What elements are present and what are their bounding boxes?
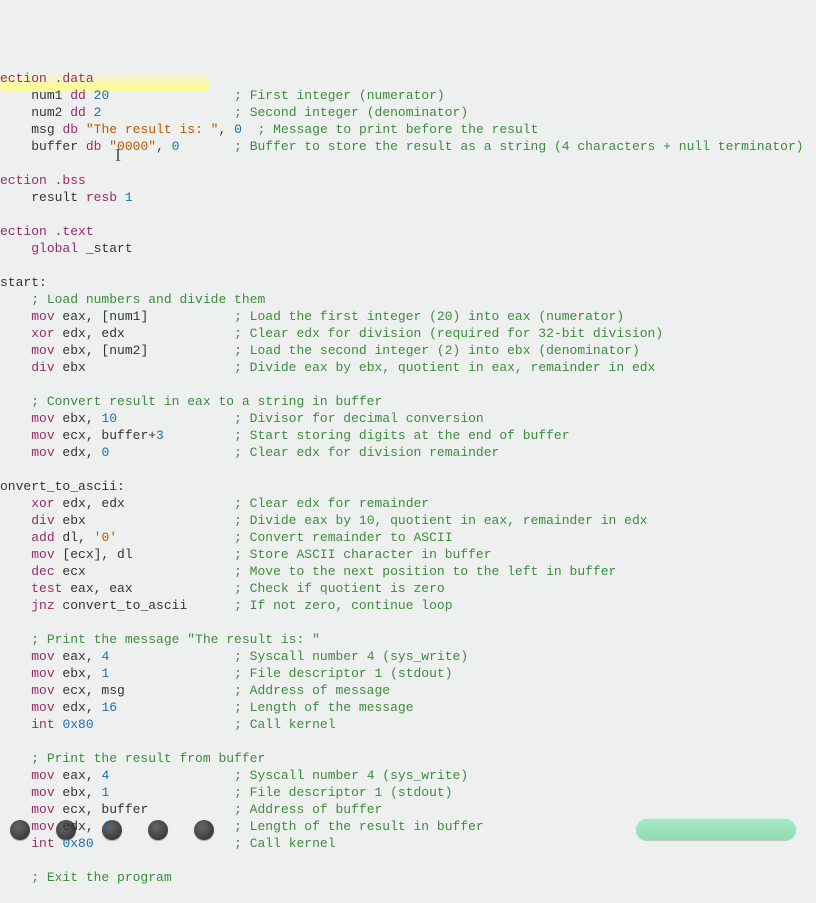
code-line[interactable]: mov edx, 16 ; Length of the message — [0, 699, 816, 716]
code-line[interactable]: test eax, eax ; Check if quotient is zer… — [0, 580, 816, 597]
code-line[interactable]: ; Exit the program — [0, 869, 816, 886]
code-line[interactable]: ; Load numbers and divide them — [0, 291, 816, 308]
code-line[interactable]: ; Print the message "The result is: " — [0, 631, 816, 648]
code-line[interactable]: int 0x80 ; Call kernel — [0, 716, 816, 733]
code-line[interactable]: ection .bss — [0, 172, 816, 189]
code-line[interactable]: mov eax, 4 ; Syscall number 4 (sys_write… — [0, 767, 816, 784]
code-line[interactable]: mov ebx, 10 ; Divisor for decimal conver… — [0, 410, 816, 427]
code-line[interactable]: mov ebx, [num2] ; Load the second intege… — [0, 342, 816, 359]
code-line[interactable] — [0, 852, 816, 869]
code-line[interactable]: ection .text — [0, 223, 816, 240]
code-line[interactable]: mov eax, 4 ; Syscall number 4 (sys_write… — [0, 648, 816, 665]
code-line[interactable]: div ebx ; Divide eax by ebx, quotient in… — [0, 359, 816, 376]
code-line[interactable]: onvert_to_ascii: — [0, 478, 816, 495]
code-line[interactable] — [0, 257, 816, 274]
code-line[interactable]: mov ecx, buffer ; Address of buffer — [0, 801, 816, 818]
code-line[interactable]: mov edx, 0 ; Clear edx for division rema… — [0, 444, 816, 461]
code-line[interactable] — [0, 376, 816, 393]
code-line[interactable]: dec ecx ; Move to the next position to t… — [0, 563, 816, 580]
code-line[interactable]: add dl, '0' ; Convert remainder to ASCII — [0, 529, 816, 546]
code-line[interactable] — [0, 206, 816, 223]
code-content[interactable]: ection .data num1 dd 20 ; First integer … — [0, 70, 816, 886]
code-line[interactable]: ; Print the result from buffer — [0, 750, 816, 767]
code-line[interactable]: div ebx ; Divide eax by 10, quotient in … — [0, 512, 816, 529]
code-line[interactable]: mov ecx, msg ; Address of message — [0, 682, 816, 699]
code-line[interactable]: xor edx, edx ; Clear edx for remainder — [0, 495, 816, 512]
code-line[interactable]: ection .data — [0, 70, 816, 87]
code-line[interactable] — [0, 155, 816, 172]
code-line[interactable]: jnz convert_to_ascii ; If not zero, cont… — [0, 597, 816, 614]
code-line[interactable]: ; Convert result in eax to a string in b… — [0, 393, 816, 410]
code-line[interactable]: mov edx, 4 ; Length of the result in buf… — [0, 818, 816, 835]
code-line[interactable]: global _start — [0, 240, 816, 257]
code-line[interactable] — [0, 733, 816, 750]
code-line[interactable]: buffer db "0000", 0 ; Buffer to store th… — [0, 138, 816, 155]
code-line[interactable]: mov [ecx], dl ; Store ASCII character in… — [0, 546, 816, 563]
code-line[interactable]: mov eax, [num1] ; Load the first integer… — [0, 308, 816, 325]
code-line[interactable]: xor edx, edx ; Clear edx for division (r… — [0, 325, 816, 342]
code-line[interactable]: mov ecx, buffer+3 ; Start storing digits… — [0, 427, 816, 444]
code-line[interactable]: mov ebx, 1 ; File descriptor 1 (stdout) — [0, 665, 816, 682]
code-line[interactable]: result resb 1 — [0, 189, 816, 206]
code-line[interactable]: start: — [0, 274, 816, 291]
code-line[interactable]: msg db "The result is: ", 0 ; Message to… — [0, 121, 816, 138]
code-line[interactable]: mov ebx, 1 ; File descriptor 1 (stdout) — [0, 784, 816, 801]
code-editor[interactable]: I ection .data num1 dd 20 ; First intege… — [0, 0, 816, 903]
code-line[interactable] — [0, 614, 816, 631]
code-line[interactable]: num2 dd 2 ; Second integer (denominator) — [0, 104, 816, 121]
code-line[interactable] — [0, 461, 816, 478]
code-line[interactable]: num1 dd 20 ; First integer (numerator) — [0, 87, 816, 104]
